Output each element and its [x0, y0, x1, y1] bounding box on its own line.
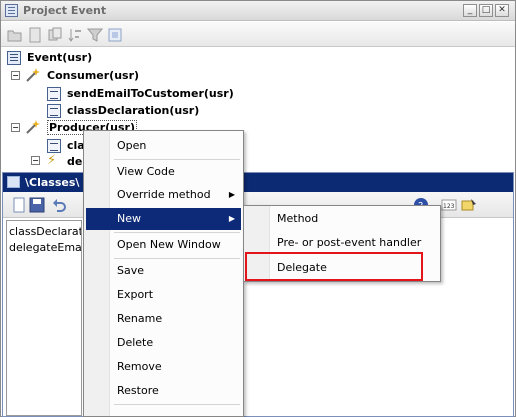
project-icon [5, 4, 18, 17]
tree-node-class-declaration[interactable]: classDeclaration(usr) [67, 103, 199, 119]
menu-item-view-code[interactable]: View Code [86, 161, 241, 183]
menu-item-restore[interactable]: Restore [86, 380, 241, 402]
submenu-item-pre-post-event-handler[interactable]: Pre- or post-event handler [246, 232, 438, 254]
menu-item-label: Export [117, 288, 154, 301]
method-icon [47, 104, 61, 118]
menu-item-open[interactable]: Open [86, 135, 241, 157]
menu-separator [114, 232, 240, 233]
classes-method-list: classDeclaratio delegateEmail [6, 220, 82, 416]
menu-item-open-new-window[interactable]: Open New Window [86, 234, 241, 256]
menu-item-label: View Code [117, 165, 175, 178]
maximize-button[interactable]: □ [479, 4, 493, 17]
submenu-arrow-icon: ▶ [228, 190, 235, 199]
menu-item-remove[interactable]: Remove [86, 356, 241, 378]
class-wand-icon [26, 120, 40, 134]
open-folder-icon[interactable] [7, 27, 23, 43]
close-button[interactable]: ✕ [495, 4, 509, 17]
tree-node-consumer[interactable]: Consumer(usr) [47, 68, 139, 84]
project-node-icon [7, 51, 21, 65]
collapse-delegate-icon[interactable]: − [31, 156, 40, 165]
menu-separator [114, 258, 240, 259]
properties-icon[interactable] [107, 27, 123, 43]
list-item[interactable]: delegateEmail [9, 240, 81, 255]
menu-item-export[interactable]: Export [86, 284, 241, 306]
project-event-titlebar[interactable]: Project Event _ □ ✕ [1, 1, 515, 21]
menu-item-label: Restore [117, 384, 159, 397]
context-menu: Open View Code Override method ▶ New ▶ Ope… [83, 130, 244, 417]
menu-item-label: New [117, 212, 141, 225]
menu-item-label: Open New Window [117, 238, 221, 251]
delegate-highlight-box [245, 252, 423, 281]
class-wand-icon [26, 68, 40, 82]
list-item[interactable]: classDeclaratio [9, 224, 81, 239]
collapse-producer-icon[interactable]: − [11, 123, 20, 132]
window-title: Project Event [23, 4, 107, 17]
menu-item-label: Open [117, 139, 147, 152]
method-icon [47, 139, 61, 153]
classes-titlebar[interactable]: \Classes\ [3, 173, 513, 192]
menu-separator [114, 159, 240, 160]
copy-icon[interactable] [47, 27, 63, 43]
undo-icon[interactable] [51, 197, 67, 213]
menu-item-override-method[interactable]: Override method ▶ [86, 184, 241, 206]
lightning-icon: ⚡ [47, 153, 57, 168]
submenu-item-label: Method [277, 212, 319, 225]
filter-icon[interactable] [87, 27, 103, 43]
compile-icon[interactable] [461, 197, 477, 213]
collapse-consumer-icon[interactable]: − [11, 71, 20, 80]
minimize-button[interactable]: _ [463, 4, 477, 17]
save-icon[interactable] [29, 197, 45, 213]
submenu-arrow-icon: ▶ [228, 214, 235, 223]
menu-item-label: Override method [117, 188, 211, 201]
tree-node-send-email[interactable]: sendEmailToCustomer(usr) [67, 86, 234, 102]
document-icon[interactable] [27, 27, 43, 43]
sort-icon[interactable] [67, 27, 83, 43]
menu-item-label: Rename [117, 312, 163, 325]
menu-separator [114, 404, 240, 405]
submenu-item-method[interactable]: Method [246, 208, 438, 230]
line-number-icon[interactable]: 123 [441, 197, 457, 213]
tree-node-event[interactable]: Event(usr) [27, 50, 92, 66]
menu-item-label: Delete [117, 336, 154, 349]
submenu-item-label: Pre- or post-event handler [277, 236, 422, 249]
window-icon [7, 176, 20, 188]
svg-text:123: 123 [443, 203, 455, 210]
new-document-icon[interactable] [11, 197, 27, 213]
menu-item-delete[interactable]: Delete [86, 332, 241, 354]
project-toolbar [1, 22, 515, 47]
menu-item-label: Save [117, 264, 145, 277]
menu-item-rename[interactable]: Rename [86, 308, 241, 330]
menu-item-new[interactable]: New ▶ [86, 208, 241, 230]
method-icon [47, 87, 61, 101]
classes-title: \Classes\ [25, 176, 80, 189]
menu-item-label: Remove [117, 360, 162, 373]
menu-item-save[interactable]: Save [86, 260, 241, 282]
